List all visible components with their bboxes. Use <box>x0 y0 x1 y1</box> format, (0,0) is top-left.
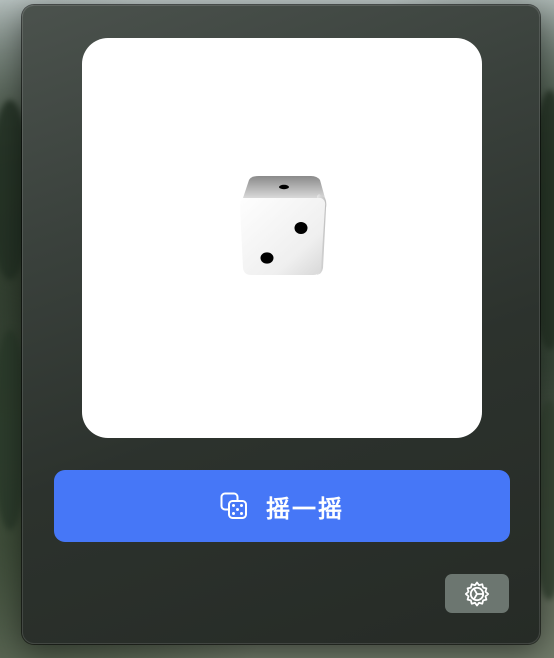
settings-button[interactable] <box>445 574 509 613</box>
dice-icon <box>220 492 247 519</box>
gear-icon <box>464 581 490 606</box>
dice-display-panel <box>82 38 482 438</box>
roll-button[interactable]: 摇一摇 <box>54 470 510 542</box>
roll-button-label: 摇一摇 <box>266 494 344 523</box>
dice-app-window: 摇一摇 <box>22 5 540 644</box>
dice-icon[interactable] <box>237 176 327 278</box>
